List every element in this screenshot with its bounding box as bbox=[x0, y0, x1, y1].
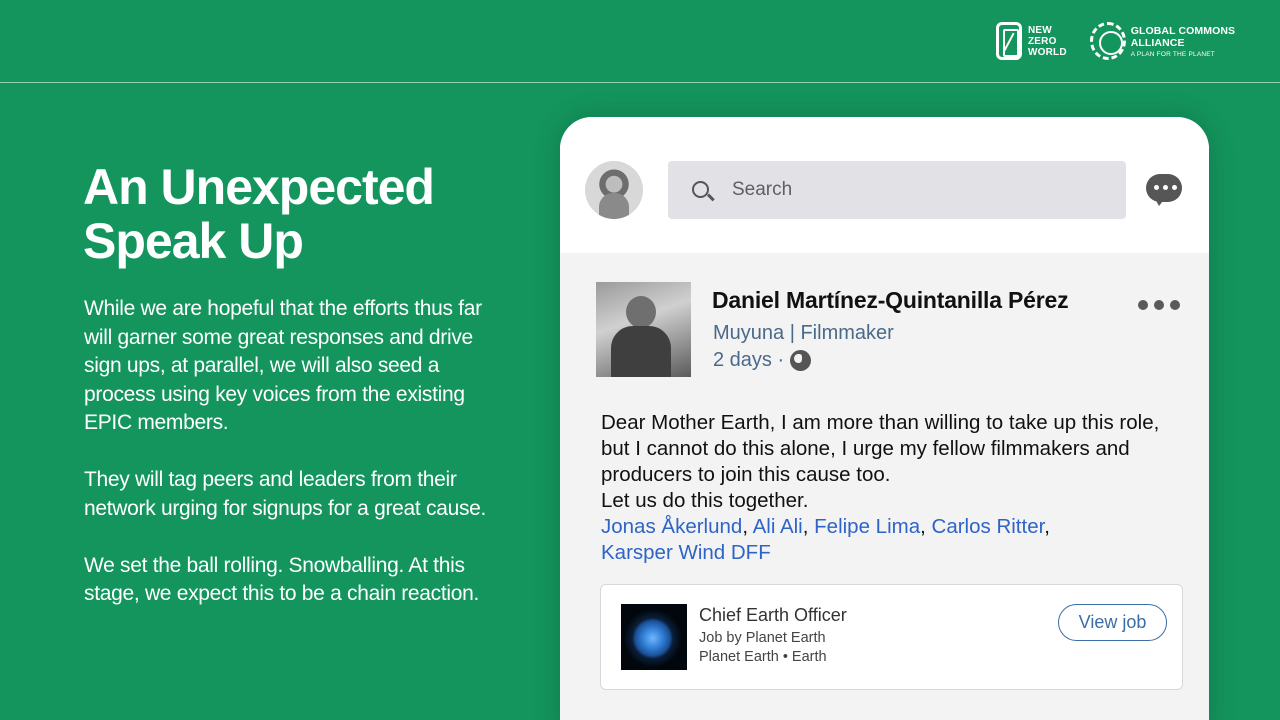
post-mentions: Jonas Åkerlund, Ali Ali, Felipe Lima, Ca… bbox=[601, 514, 1171, 566]
gca-title: GLOBAL COMMONS ALLIANCE bbox=[1130, 24, 1236, 49]
app-header bbox=[560, 117, 1209, 253]
new-zero-world-logo-icon bbox=[996, 22, 1022, 60]
view-job-button[interactable]: View job bbox=[1058, 604, 1167, 641]
mention-link[interactable]: Karsper Wind DFF bbox=[601, 541, 771, 564]
gca-subtitle: A PLAN FOR THE PLANET bbox=[1130, 50, 1215, 58]
post-timestamp: 2 days · bbox=[713, 349, 812, 372]
new-zero-world-logo: NEW ZERO WORLD bbox=[996, 22, 1067, 60]
global-commons-alliance-logo: GLOBAL COMMONS ALLIANCE A PLAN FOR THE P… bbox=[1090, 22, 1280, 60]
nzw-line-2: ZERO bbox=[1028, 35, 1057, 47]
job-company: Job by Planet Earth bbox=[699, 630, 826, 646]
globe-icon bbox=[790, 350, 812, 371]
phone-mockup: Daniel Martínez-Quintanilla Pérez Muyuna… bbox=[560, 117, 1209, 720]
body-paragraph-3: We set the ball rolling. Snowballing. At… bbox=[84, 553, 480, 606]
slide-headline: An Unexpected Speak Up bbox=[83, 160, 503, 268]
author-photo[interactable] bbox=[596, 282, 691, 377]
search-bar[interactable] bbox=[668, 161, 1126, 219]
body-paragraph-1: While we are hopeful that the efforts th… bbox=[84, 297, 482, 434]
post-closing-text: Let us do this together. bbox=[601, 489, 809, 512]
global-commons-alliance-ring-icon bbox=[1090, 22, 1126, 60]
post-author-role: Muyuna | Filmmaker bbox=[713, 322, 894, 344]
post-author-name[interactable]: Daniel Martínez-Quintanilla Pérez bbox=[712, 287, 1069, 314]
mention-link[interactable]: Felipe Lima bbox=[814, 515, 920, 538]
more-options-icon[interactable] bbox=[1138, 300, 1180, 310]
job-card[interactable]: Chief Earth Officer Job by Planet Earth … bbox=[600, 584, 1183, 690]
job-title[interactable]: Chief Earth Officer bbox=[699, 605, 847, 626]
headline-line-2: Speak Up bbox=[83, 213, 304, 269]
mention-separator: , bbox=[802, 515, 809, 538]
mention-link[interactable]: Carlos Ritter bbox=[932, 515, 1045, 538]
nzw-line-1: NEW bbox=[1028, 24, 1052, 36]
nzw-line-3: WORLD bbox=[1028, 46, 1067, 58]
job-location: Planet Earth • Earth bbox=[699, 649, 827, 665]
mention-link[interactable]: Jonas Åkerlund bbox=[601, 515, 742, 538]
top-bar: NEW ZERO WORLD GLOBAL COMMONS ALLIANCE A… bbox=[0, 0, 1280, 82]
headline-line-1: An Unexpected bbox=[83, 159, 435, 215]
post-time-text: 2 days · bbox=[713, 349, 785, 371]
body-paragraph-2: They will tag peers and leaders from the… bbox=[84, 468, 487, 520]
post-body-text: Dear Mother Earth, I am more than willin… bbox=[601, 411, 1160, 486]
earth-image bbox=[621, 604, 687, 670]
slide-body: While we are hopeful that the efforts th… bbox=[84, 295, 504, 637]
post-body: Dear Mother Earth, I am more than willin… bbox=[601, 410, 1171, 514]
search-input[interactable] bbox=[732, 179, 1092, 201]
header-divider bbox=[0, 82, 1280, 83]
mention-separator: , bbox=[742, 515, 749, 538]
mention-link[interactable]: Ali Ali bbox=[753, 515, 803, 538]
profile-avatar[interactable] bbox=[585, 161, 643, 219]
new-zero-world-logo-text: NEW ZERO WORLD bbox=[1028, 25, 1067, 58]
messaging-icon[interactable] bbox=[1146, 174, 1182, 206]
mention-separator: , bbox=[920, 515, 926, 538]
mention-separator: , bbox=[1044, 515, 1050, 538]
search-icon bbox=[682, 161, 732, 219]
